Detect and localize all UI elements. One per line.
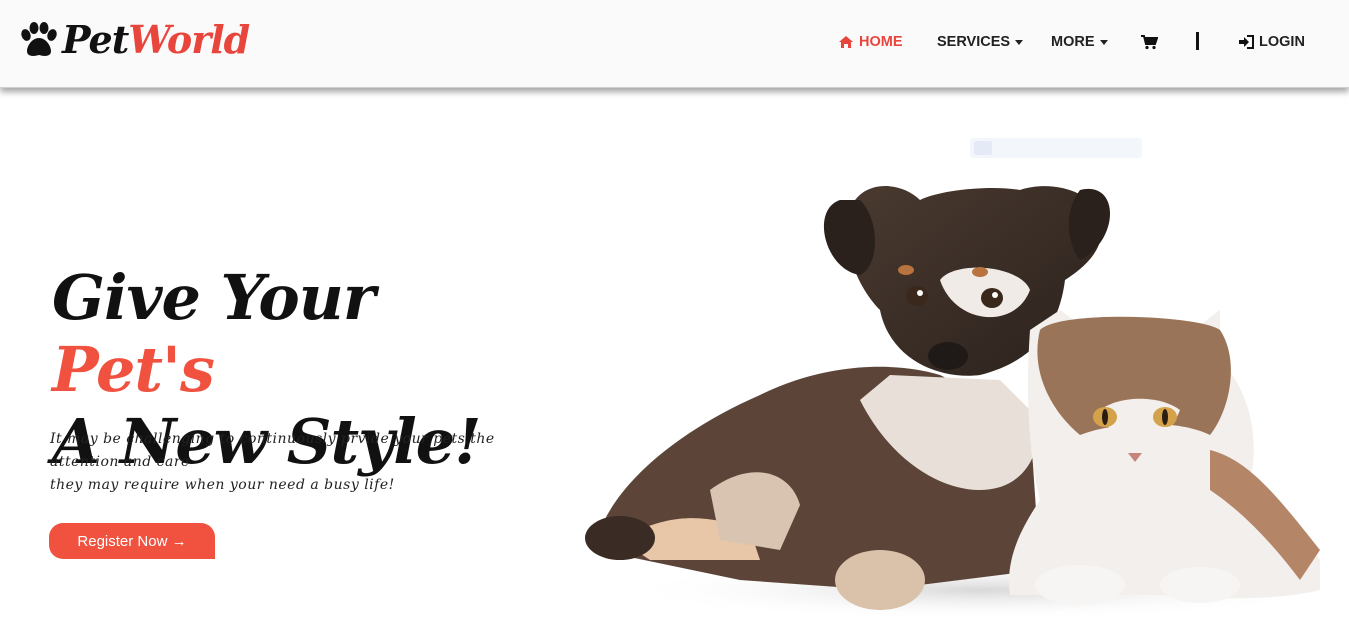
register-now-button[interactable]: Register Now → [49,523,215,559]
hero-subtitle-line2: they may require when your need a busy l… [50,477,395,493]
nav-login[interactable]: LOGIN [1238,34,1305,50]
paw-icon [21,22,57,56]
hero-subtitle-line1: It may be challenging to continuously pr… [50,431,495,470]
nav-cart[interactable] [1140,34,1158,50]
brand-logo[interactable]: PetWorld [18,16,250,64]
dog-and-cat-image [585,186,1340,620]
faint-badge-icon [974,141,992,155]
caret-down-icon [1015,39,1024,45]
brand-name-part2: World [128,17,250,62]
nav-login-label: LOGIN [1259,34,1305,50]
nav-services[interactable]: SERVICES [937,34,1024,50]
navbar: PetWorld HOME SERVICES MORE LOGIN [0,0,1349,88]
nav-home-label: HOME [859,34,903,50]
nav-home[interactable]: HOME [838,34,903,50]
brand-name: PetWorld [62,21,250,59]
nav-more[interactable]: MORE [1051,34,1108,50]
hero-title-part1: Give Your [52,261,376,334]
hero-title-accent: Pet's [52,333,215,406]
nav-more-label: MORE [1051,34,1095,50]
cart-icon [1141,35,1158,50]
caret-down-icon [1099,39,1108,45]
login-icon [1239,35,1254,49]
hero-subtitle: It may be challenging to continuously pr… [50,428,510,497]
nav-separator [1196,32,1199,50]
nav-services-label: SERVICES [937,34,1011,50]
home-icon [839,36,853,48]
brand-name-part1: Pet [62,17,129,62]
faint-overlay-badge [970,138,1142,158]
